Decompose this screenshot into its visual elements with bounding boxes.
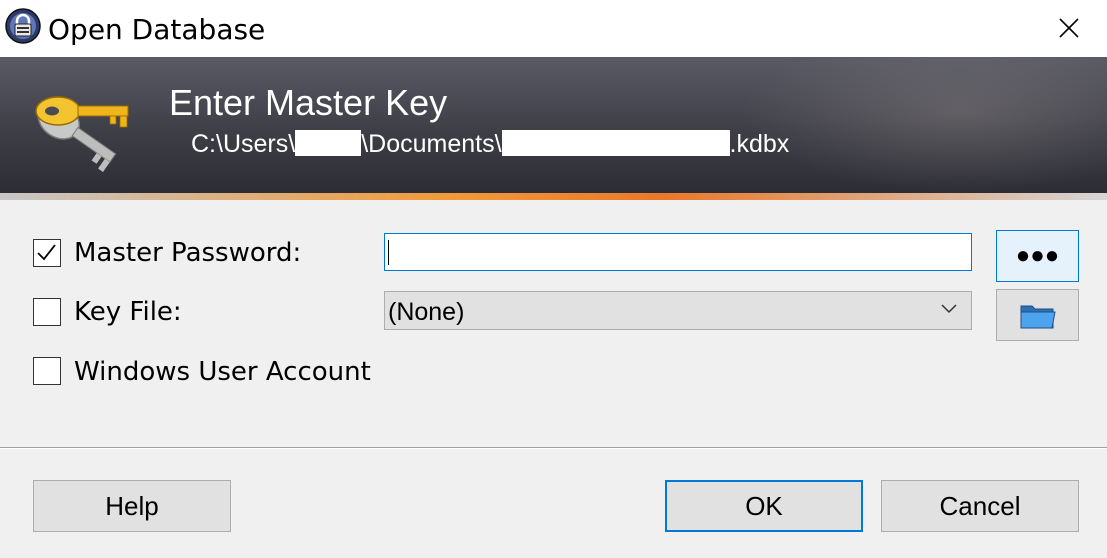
key-file-selected-value: (None) [388, 298, 465, 326]
master-password-label: Master Password: [74, 238, 302, 268]
chevron-down-icon [941, 304, 957, 314]
master-password-checkbox[interactable] [33, 239, 61, 267]
close-icon [1059, 18, 1079, 38]
header-banner: Enter Master Key C:\Users\ \Documents\ .kd… [0, 57, 1107, 193]
checkmark-icon [37, 244, 56, 261]
key-file-dropdown[interactable]: (None) [384, 291, 972, 330]
path-suffix: .kdbx [729, 130, 790, 158]
key-file-checkbox[interactable] [33, 298, 61, 326]
windows-user-account-label: Windows User Account [74, 357, 371, 387]
close-button[interactable] [1043, 4, 1095, 52]
help-button[interactable]: Help [33, 480, 231, 532]
cancel-button[interactable]: Cancel [881, 480, 1079, 532]
redacted-username [295, 130, 362, 156]
ok-button[interactable]: OK [665, 480, 863, 532]
browse-key-file-button[interactable] [996, 289, 1079, 341]
key-file-label: Key File: [74, 297, 182, 327]
keepass-lock-icon[interactable] [5, 8, 41, 44]
folder-icon [1020, 305, 1056, 329]
windows-user-account-checkbox[interactable] [33, 357, 61, 385]
text-caret [388, 240, 389, 265]
banner-title: Enter Master Key [169, 82, 448, 123]
master-password-input[interactable] [384, 233, 972, 271]
path-prefix: C:\Users\ [191, 130, 296, 158]
show-password-button[interactable]: ●●● [996, 230, 1079, 282]
banner-accent-line [0, 193, 1107, 200]
redacted-filename [501, 130, 730, 156]
title-bar: Open Database [0, 0, 1107, 57]
window-title: Open Database [48, 13, 266, 46]
path-middle: \Documents\ [361, 130, 502, 158]
database-path: C:\Users\ \Documents\ .kdbx [191, 130, 789, 159]
key-icon [24, 85, 140, 173]
